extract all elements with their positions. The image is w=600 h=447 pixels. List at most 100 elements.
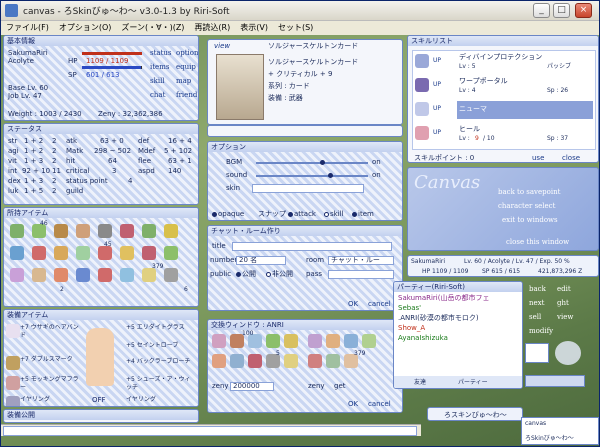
herb-icon[interactable] (164, 246, 178, 260)
flower-icon[interactable] (142, 246, 156, 260)
friends-tab[interactable]: 友達 (414, 379, 426, 387)
off-label[interactable]: OFF (92, 396, 106, 404)
item-icon[interactable] (120, 268, 134, 282)
up-button[interactable]: UP (433, 105, 441, 113)
back-button[interactable]: back (529, 285, 546, 293)
herb-icon[interactable] (142, 224, 156, 238)
status-button[interactable]: status (150, 49, 172, 57)
inventory-grid[interactable]: 46 45 379 2 6 (4, 218, 198, 306)
item-icon[interactable] (266, 334, 280, 348)
up-button[interactable]: UP (433, 81, 441, 89)
sell-button[interactable]: sell (529, 313, 541, 321)
up-button[interactable]: UP (433, 57, 441, 65)
friend-button[interactable]: friend (176, 91, 197, 99)
equip-slot-shield[interactable]: +4 バックラーブローチ (126, 358, 196, 366)
item-icon[interactable] (120, 246, 134, 260)
back-to-savepoint-button[interactable]: back to savepoint (498, 188, 560, 196)
private-radio[interactable]: 非公開 (266, 270, 293, 278)
item-icon[interactable] (164, 268, 178, 282)
skill-row[interactable]: UP ワープポータル Lv : 4 Sp : 26 (413, 75, 595, 97)
item-icon[interactable] (76, 224, 90, 238)
menu-zoom[interactable]: ズーン(・∀・)(Z) (116, 21, 189, 34)
item-icon[interactable] (212, 334, 226, 348)
skill-close-button[interactable]: close (562, 154, 580, 162)
ght-button[interactable]: ght (557, 299, 569, 307)
item-icon[interactable] (326, 354, 340, 368)
equip-slot-armor[interactable]: +5 セイントローブ (126, 342, 196, 350)
attack-option[interactable]: attack (288, 210, 316, 218)
items-button[interactable]: items (150, 63, 169, 71)
item-icon[interactable] (10, 268, 24, 282)
trade-cancel-button[interactable]: cancel (368, 400, 391, 408)
minimized-window[interactable]: ろスキンびゅ〜わ〜 (427, 407, 523, 421)
equip-slot-head[interactable]: +7 ウサギのヘアバンド (20, 324, 80, 340)
herb-icon[interactable] (10, 224, 24, 238)
edit-button[interactable]: edit (557, 285, 571, 293)
modify-button[interactable]: modify (529, 327, 553, 335)
public-radio[interactable]: 公開 (236, 270, 256, 278)
menu-reload[interactable]: 再読込(R) (189, 21, 235, 34)
chat-title-input[interactable] (232, 242, 392, 251)
sound-slider[interactable] (256, 175, 368, 177)
ok-button[interactable]: OK (348, 300, 358, 308)
menu-view[interactable]: 表示(V) (235, 21, 273, 34)
item-icon[interactable] (308, 334, 322, 348)
chat-button[interactable]: chat (150, 91, 165, 99)
item-icon[interactable] (76, 268, 90, 282)
item-icon[interactable] (362, 334, 376, 348)
exit-to-windows-button[interactable]: exit to windows (502, 216, 558, 224)
item-icon[interactable] (326, 334, 340, 348)
emblem-slot[interactable] (525, 343, 549, 363)
next-button[interactable]: next (529, 299, 544, 307)
item-icon[interactable] (164, 224, 178, 238)
item-icon[interactable] (308, 354, 322, 368)
opaque-option[interactable]: opaque (212, 210, 244, 218)
equip-slot-accessory-2[interactable]: イヤリング (126, 396, 156, 404)
item-icon[interactable] (284, 354, 298, 368)
menu-set[interactable]: セット(S) (273, 21, 318, 34)
view-button[interactable]: view (557, 313, 573, 321)
skill-row[interactable]: UP ディバインプロテクション Lv : 5 パッシブ (413, 51, 595, 73)
minimize-button[interactable]: _ (533, 3, 550, 18)
trade-grid[interactable]: 100 5 379 zeny 200000 zeny get OK cancel (208, 330, 402, 412)
equip-slot-shoes[interactable]: +5 シューズ・ア・ウィッチ (126, 376, 196, 392)
use-button[interactable]: use (532, 154, 544, 162)
chat-window[interactable]: canvas ろSkinびゅ〜わ〜 (521, 417, 599, 445)
potion-icon[interactable] (32, 246, 46, 260)
room-input[interactable]: チャット・ルー (328, 256, 394, 265)
slider-knob[interactable] (320, 160, 325, 165)
cancel-button[interactable]: cancel (368, 300, 391, 308)
equip-slot-accessory[interactable]: イヤリング (20, 396, 50, 404)
item-icon[interactable] (212, 354, 226, 368)
up-button[interactable]: UP (433, 129, 441, 137)
party-member[interactable]: AyanaIshizuka (398, 334, 448, 342)
skill-row-selected[interactable]: UP ニューマ (413, 99, 595, 121)
item-icon[interactable] (98, 224, 112, 238)
slider-knob[interactable] (328, 173, 333, 178)
chat-input[interactable] (3, 426, 417, 436)
view-label[interactable]: view (214, 42, 230, 50)
maximize-button[interactable]: □ (553, 3, 570, 18)
bgm-slider[interactable] (256, 162, 368, 164)
flower-icon[interactable] (120, 224, 134, 238)
party-member[interactable]: Show_A (398, 324, 425, 332)
pass-input[interactable] (328, 270, 394, 279)
bgm-on[interactable]: on (372, 158, 381, 166)
skill-row[interactable]: UP ヒール Lv : 9 / 10 Sp : 37 (413, 123, 595, 145)
title-bar[interactable]: canvas - ろSkinびゅ〜わ〜 v3.0-1.3 by Riri-Sof… (1, 1, 599, 21)
item-icon[interactable] (54, 268, 68, 282)
party-member[interactable]: .ANRI(砂漠の都市モロク) (398, 314, 479, 322)
character-select-button[interactable]: character select (498, 202, 555, 210)
equip-slot-garment[interactable]: +5 モッキングマフラー (20, 376, 80, 392)
sound-on[interactable]: on (372, 171, 381, 179)
item-icon[interactable] (98, 268, 112, 282)
item-icon[interactable] (54, 246, 68, 260)
party-tab[interactable]: パーティー (458, 379, 488, 387)
item-icon[interactable] (32, 268, 46, 282)
item-icon[interactable] (230, 354, 244, 368)
map-button[interactable]: map (176, 77, 191, 85)
skill-button[interactable]: skill (150, 77, 165, 85)
equip-button[interactable]: equip (176, 63, 196, 71)
equip-slot-weapon[interactable]: +7 ダブルスマーク (20, 356, 80, 364)
party-member[interactable]: SakumaRiri(山岳の都市フェ (398, 294, 489, 302)
